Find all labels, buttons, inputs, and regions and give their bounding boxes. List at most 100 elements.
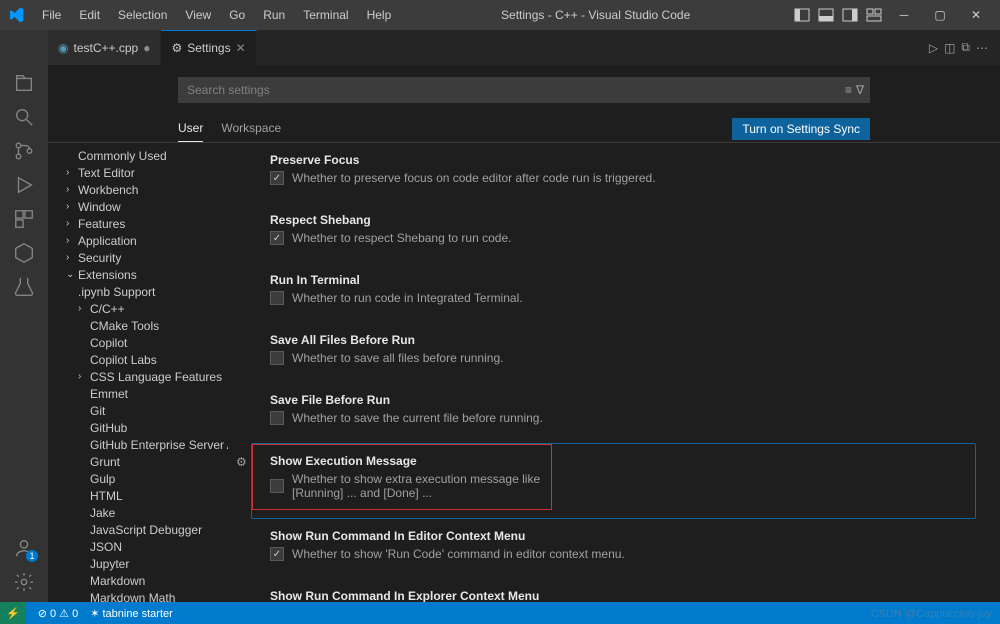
run-debug-icon[interactable] bbox=[12, 173, 36, 197]
tree-item-label: CMake Tools bbox=[90, 319, 159, 333]
checkbox[interactable] bbox=[270, 547, 284, 561]
chevron-icon[interactable]: › bbox=[66, 167, 78, 178]
tree-item[interactable]: ›Window bbox=[62, 198, 228, 215]
tree-item[interactable]: ›CSS Language Features bbox=[62, 368, 228, 385]
chevron-icon[interactable]: › bbox=[78, 371, 90, 382]
manage-gear-icon[interactable] bbox=[12, 570, 36, 594]
tree-item[interactable]: CMake Tools bbox=[62, 317, 228, 334]
source-control-icon[interactable] bbox=[12, 139, 36, 163]
remote-explorer-icon[interactable] bbox=[12, 241, 36, 265]
chevron-icon[interactable]: › bbox=[66, 184, 78, 195]
setting-item: Run In TerminalWhether to run code in In… bbox=[252, 263, 976, 315]
tree-item[interactable]: Emmet bbox=[62, 385, 228, 402]
split-editor-icon[interactable]: ◫ bbox=[944, 41, 955, 55]
close-window-button[interactable]: ✕ bbox=[960, 3, 992, 27]
menu-go[interactable]: Go bbox=[221, 4, 253, 26]
menu-selection[interactable]: Selection bbox=[110, 4, 175, 26]
maximize-button[interactable]: ▢ bbox=[924, 3, 956, 27]
tree-item[interactable]: ›Text Editor bbox=[62, 164, 228, 181]
checkbox[interactable] bbox=[270, 171, 284, 185]
tree-item[interactable]: HTML bbox=[62, 487, 228, 504]
tree-item[interactable]: ›Application bbox=[62, 232, 228, 249]
tree-item[interactable]: ›Workbench bbox=[62, 181, 228, 198]
menu-help[interactable]: Help bbox=[359, 4, 400, 26]
menu-run[interactable]: Run bbox=[255, 4, 293, 26]
setting-description: Whether to respect Shebang to run code. bbox=[292, 231, 511, 245]
tree-item[interactable]: Gulp bbox=[62, 470, 228, 487]
tree-item-label: Application bbox=[78, 234, 137, 248]
close-icon[interactable]: ✕ bbox=[236, 41, 246, 55]
tree-item-label: Security bbox=[78, 251, 121, 265]
tree-item-label: Markdown Math bbox=[90, 591, 175, 603]
tree-item[interactable]: Jupyter bbox=[62, 555, 228, 572]
checkbox[interactable] bbox=[270, 479, 284, 493]
toggle-primary-sidebar-icon[interactable] bbox=[794, 7, 810, 23]
toggle-panel-icon[interactable] bbox=[818, 7, 834, 23]
tree-item[interactable]: GitHub Enterprise Server Authen... bbox=[62, 436, 228, 453]
tree-item[interactable]: Grunt bbox=[62, 453, 228, 470]
tree-item[interactable]: ›C/C++ bbox=[62, 300, 228, 317]
settings-scope-workspace[interactable]: Workspace bbox=[221, 115, 281, 142]
tree-item[interactable]: Markdown Math bbox=[62, 589, 228, 602]
search-activity-icon[interactable] bbox=[12, 105, 36, 129]
settings-search-input[interactable] bbox=[178, 77, 870, 103]
tree-item[interactable]: JavaScript Debugger bbox=[62, 521, 228, 538]
setting-item: Save File Before RunWhether to save the … bbox=[252, 383, 976, 435]
tab-settings[interactable]: ⚙ Settings ✕ bbox=[161, 30, 256, 65]
open-file-icon[interactable]: ⧉ bbox=[961, 40, 970, 55]
tree-item[interactable]: .ipynb Support bbox=[62, 283, 228, 300]
tree-item[interactable]: ⌄Extensions bbox=[62, 266, 228, 283]
setting-item: Show Run Command In Editor Context MenuW… bbox=[252, 519, 976, 571]
settings-list[interactable]: Preserve FocusWhether to preserve focus … bbox=[228, 143, 1000, 602]
chevron-icon[interactable]: ⌄ bbox=[66, 269, 78, 280]
customize-layout-icon[interactable] bbox=[866, 7, 882, 23]
tree-item[interactable]: ›Security bbox=[62, 249, 228, 266]
tree-item[interactable]: Copilot bbox=[62, 334, 228, 351]
chevron-icon[interactable]: › bbox=[66, 252, 78, 263]
chevron-icon[interactable]: › bbox=[78, 303, 90, 314]
tree-item[interactable]: Markdown bbox=[62, 572, 228, 589]
tree-item-label: Window bbox=[78, 200, 121, 214]
tree-item[interactable]: ›Features bbox=[62, 215, 228, 232]
accounts-icon[interactable]: 1 bbox=[12, 536, 36, 560]
menu-terminal[interactable]: Terminal bbox=[295, 4, 356, 26]
tab-dirty-icon[interactable]: ● bbox=[143, 41, 150, 55]
tree-item[interactable]: Git bbox=[62, 402, 228, 419]
tree-item-label: Copilot bbox=[90, 336, 127, 350]
checkbox[interactable] bbox=[270, 291, 284, 305]
checkbox[interactable] bbox=[270, 411, 284, 425]
tabnine-status[interactable]: ✶ tabnine starter bbox=[90, 607, 173, 620]
run-icon[interactable]: ▷ bbox=[929, 41, 938, 55]
toggle-secondary-sidebar-icon[interactable] bbox=[842, 7, 858, 23]
tree-item[interactable]: Commonly Used bbox=[62, 147, 228, 164]
remote-indicator[interactable]: ⚡ bbox=[0, 602, 26, 624]
tree-item-label: HTML bbox=[90, 489, 123, 503]
chevron-icon[interactable]: › bbox=[66, 201, 78, 212]
explorer-icon[interactable] bbox=[12, 71, 36, 95]
problems-status[interactable]: ⊘ 0 ⚠ 0 bbox=[38, 607, 78, 620]
checkbox[interactable] bbox=[270, 351, 284, 365]
more-actions-icon[interactable]: ⋯ bbox=[976, 41, 988, 55]
tree-item[interactable]: GitHub bbox=[62, 419, 228, 436]
clear-search-icon[interactable]: ≡ bbox=[845, 83, 852, 97]
setting-title: Run In Terminal bbox=[270, 273, 968, 287]
filter-icon[interactable]: ∇ bbox=[856, 83, 864, 97]
tree-item[interactable]: JSON bbox=[62, 538, 228, 555]
settings-scope-user[interactable]: User bbox=[178, 115, 203, 142]
chevron-icon[interactable]: › bbox=[66, 218, 78, 229]
tab-testcpp[interactable]: ◉ testC++.cpp ● bbox=[48, 30, 161, 65]
menu-edit[interactable]: Edit bbox=[71, 4, 108, 26]
extensions-icon[interactable] bbox=[12, 207, 36, 231]
menu-view[interactable]: View bbox=[177, 4, 219, 26]
tree-item[interactable]: Copilot Labs bbox=[62, 351, 228, 368]
menu-file[interactable]: File bbox=[34, 4, 69, 26]
setting-title: Save All Files Before Run bbox=[270, 333, 968, 347]
checkbox[interactable] bbox=[270, 231, 284, 245]
chevron-icon[interactable]: › bbox=[66, 235, 78, 246]
tree-item[interactable]: Jake bbox=[62, 504, 228, 521]
testing-icon[interactable] bbox=[12, 275, 36, 299]
minimize-button[interactable]: ─ bbox=[888, 3, 920, 27]
gear-icon[interactable]: ⚙ bbox=[236, 455, 247, 469]
turn-on-settings-sync-button[interactable]: Turn on Settings Sync bbox=[732, 118, 870, 140]
settings-toc-tree[interactable]: Commonly Used›Text Editor›Workbench›Wind… bbox=[48, 143, 228, 602]
